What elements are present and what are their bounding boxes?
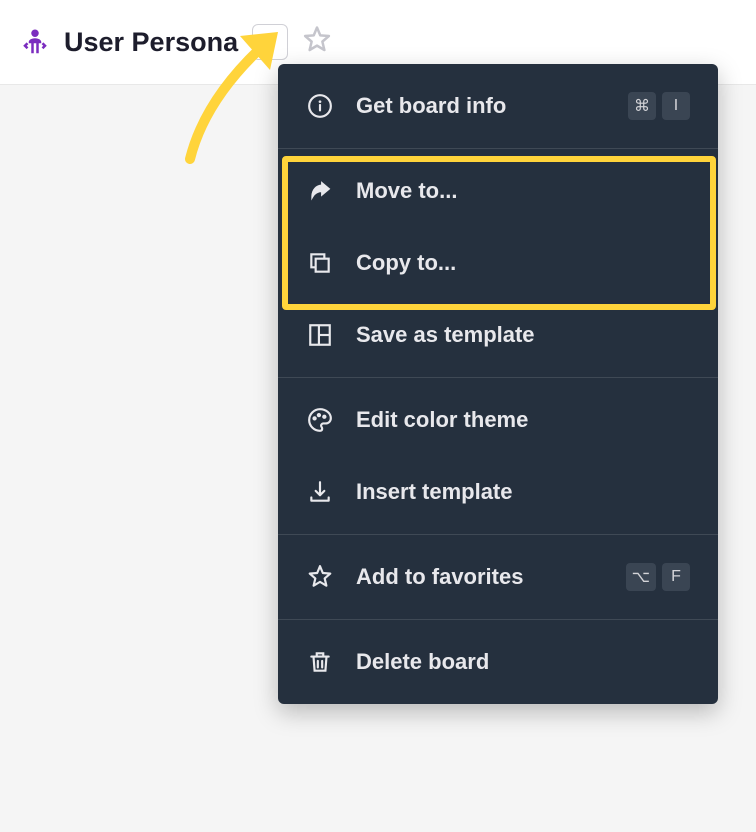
shortcut-key: ⌘ [628,92,656,120]
board-dropdown-menu: Get board info ⌘ I Move to... [278,64,718,704]
trash-icon [306,648,334,676]
menu-item-label: Insert template [356,479,690,505]
persona-icon [20,27,50,57]
menu-item-label: Edit color theme [356,407,690,433]
copy-icon [306,249,334,277]
share-arrow-icon [306,177,334,205]
menu-item-label: Delete board [356,649,690,675]
menu-item-save-as-template[interactable]: Save as template [278,299,718,371]
chevron-down-icon [262,32,278,53]
menu-section-favorites: Add to favorites ⌥ F [278,534,718,619]
menu-item-move-to[interactable]: Move to... [278,155,718,227]
menu-item-label: Save as template [356,322,690,348]
menu-item-label: Copy to... [356,250,690,276]
shortcut-key: I [662,92,690,120]
shortcut-keys: ⌥ F [626,563,690,591]
star-outline-icon [302,25,332,60]
menu-item-get-board-info[interactable]: Get board info ⌘ I [278,70,718,142]
download-icon [306,478,334,506]
menu-section-edit: Edit color theme Insert template [278,377,718,534]
star-icon [306,563,334,591]
menu-item-copy-to[interactable]: Copy to... [278,227,718,299]
shortcut-key: F [662,563,690,591]
menu-item-add-to-favorites[interactable]: Add to favorites ⌥ F [278,541,718,613]
shortcut-key: ⌥ [626,563,656,591]
menu-item-label: Move to... [356,178,690,204]
shortcut-keys: ⌘ I [628,92,690,120]
palette-icon [306,406,334,434]
menu-item-delete-board[interactable]: Delete board [278,626,718,698]
menu-section-info: Get board info ⌘ I [278,64,718,148]
menu-item-edit-color-theme[interactable]: Edit color theme [278,384,718,456]
board-title: User Persona [64,27,238,58]
menu-section-move: Move to... Copy to... Save as template [278,148,718,377]
info-icon [306,92,334,120]
board-menu-trigger[interactable] [252,24,288,60]
favorite-star-button[interactable] [302,25,332,60]
menu-item-label: Get board info [356,93,606,119]
template-layout-icon [306,321,334,349]
menu-item-insert-template[interactable]: Insert template [278,456,718,528]
menu-item-label: Add to favorites [356,564,604,590]
menu-section-delete: Delete board [278,619,718,704]
